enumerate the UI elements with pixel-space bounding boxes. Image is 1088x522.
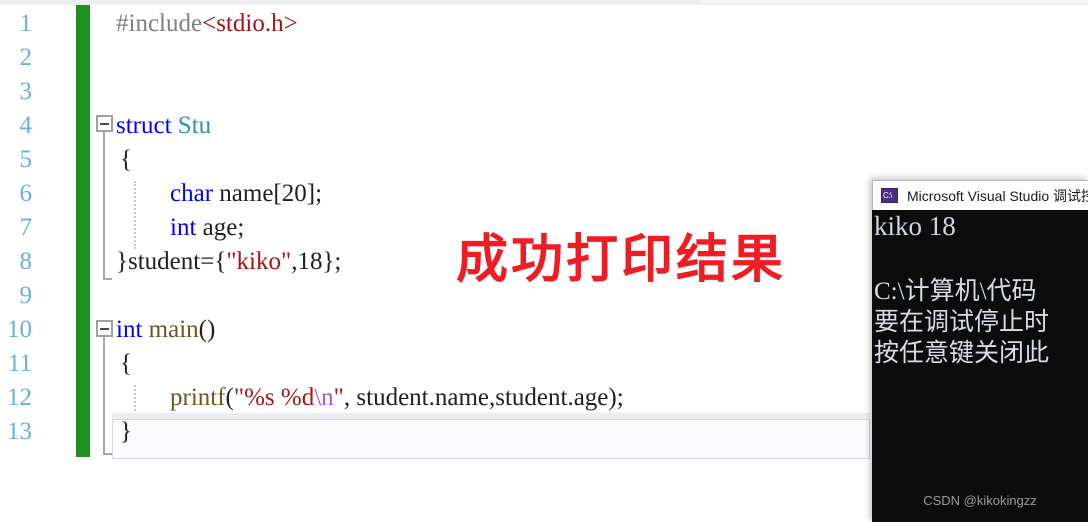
- console-title-bar[interactable]: Microsoft Visual Studio 调试控制台: [872, 180, 1088, 210]
- member-name-decl: name[20];: [213, 180, 323, 207]
- console-title-label: Microsoft Visual Studio 调试控制台: [907, 187, 1088, 204]
- code-line-1: #include<stdio.h>: [116, 11, 298, 36]
- code-line-8: }student={"kiko",18};: [116, 249, 341, 274]
- csdn-watermark: CSDN @kikokingzz: [923, 493, 1037, 508]
- code-line-4: struct Stu: [116, 113, 211, 138]
- code-line-12: printf("%s %d\n", student.name,student.a…: [170, 385, 624, 410]
- format-string-part1: "%s %d: [233, 384, 315, 411]
- struct-var-init-start: }student={: [116, 248, 227, 275]
- include-header: <stdio.h>: [202, 10, 298, 37]
- format-string-part2: ": [333, 384, 344, 411]
- function-name-main: main: [148, 316, 199, 343]
- keyword-char: char: [170, 180, 214, 207]
- console-output-area[interactable]: kiko 18 C:\计算机\代码 要在调试停止时 按任意键关闭此 CSDN @…: [872, 210, 1088, 522]
- console-message-line: 要在调试停止时: [874, 309, 1050, 336]
- screenshot-root: 1 2 3 4 5 6 7 8 9 10 11 12 13 #include<s…: [0, 0, 1088, 522]
- open-brace: {: [120, 146, 132, 173]
- close-brace-main: }: [120, 418, 132, 445]
- red-annotation-text: 成功打印结果: [456, 232, 787, 289]
- debug-console-window[interactable]: Microsoft Visual Studio 调试控制台 kiko 18 C:…: [872, 180, 1088, 522]
- code-line-5: {: [120, 147, 132, 172]
- code-line-10: int main(): [116, 317, 215, 342]
- printf-arguments: , student.name,student.age);: [343, 384, 624, 411]
- printf-open-paren: (: [225, 384, 234, 411]
- code-line-6: char name[20];: [170, 181, 322, 206]
- console-program-output: kiko 18: [874, 211, 956, 241]
- keyword-int-main: int: [116, 316, 149, 343]
- member-age-decl: age;: [196, 214, 245, 241]
- code-line-7: int age;: [170, 215, 244, 240]
- code-line-11: {: [120, 351, 132, 376]
- console-window-icon: [881, 188, 898, 203]
- open-brace-main: {: [120, 350, 132, 377]
- type-name-stu: Stu: [177, 112, 212, 139]
- struct-var-init-end: ,18};: [291, 248, 342, 275]
- preprocessor-directive: #include: [116, 10, 203, 37]
- editor-top-chrome-right: [700, 0, 1088, 3]
- keyword-int: int: [170, 214, 197, 241]
- console-message-line: C:\计算机\代码: [874, 278, 1037, 305]
- escape-sequence-newline: \n: [314, 384, 334, 411]
- main-parens: (): [198, 316, 216, 343]
- string-literal-kiko: "kiko": [226, 248, 292, 275]
- code-line-13: }: [120, 419, 132, 444]
- keyword-struct: struct: [116, 112, 178, 139]
- function-name-printf: printf: [170, 384, 226, 411]
- console-message-line: 按任意键关闭此: [874, 340, 1050, 367]
